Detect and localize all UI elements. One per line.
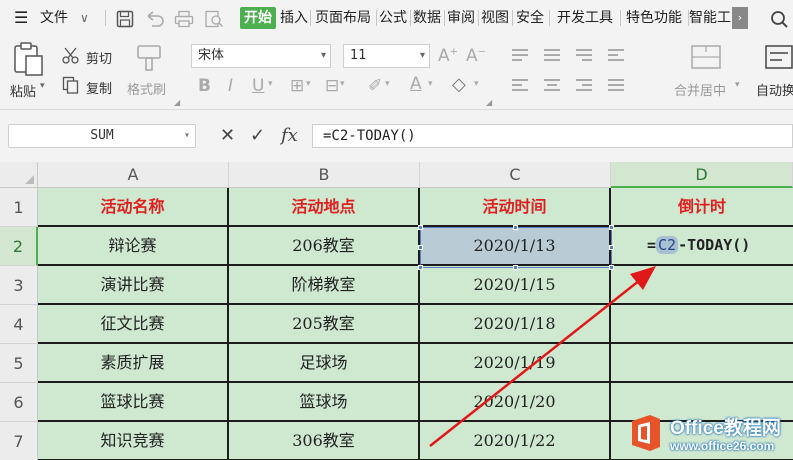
tab-data[interactable]: 数据 [411, 7, 443, 29]
alignment-icons[interactable] [508, 46, 648, 102]
merge-center-button[interactable]: 合并居中 [674, 80, 726, 99]
tab-developer[interactable]: 开发工具 [551, 7, 619, 29]
chevron-down-icon[interactable]: ▾ [385, 79, 390, 89]
chevron-down-icon[interactable]: ▾ [735, 80, 740, 90]
copy-button[interactable]: 复制 [86, 78, 112, 97]
copy-icon[interactable] [62, 76, 80, 94]
hamburger-menu-icon[interactable]: ☰ [14, 7, 28, 29]
font-size-select[interactable]: 11 ▾ [343, 44, 430, 68]
font-name-select[interactable]: 宋体 ▾ [191, 44, 331, 68]
tab-insert[interactable]: 插入 [278, 7, 310, 29]
wrap-text-icon[interactable] [764, 44, 793, 72]
format-painter-icon[interactable] [134, 42, 166, 74]
tab-home[interactable]: 开始 [240, 7, 276, 29]
fill-color-icon[interactable]: ⊟ [325, 76, 339, 96]
increase-font-icon[interactable]: A+ [438, 46, 458, 66]
tab-security[interactable]: 安全 [513, 7, 547, 29]
tab-special-features[interactable]: 特色功能 [621, 7, 687, 29]
file-menu[interactable]: 文件 [40, 7, 68, 29]
print-preview-icon[interactable] [204, 10, 224, 28]
highlight-icon[interactable]: ✐ [368, 76, 382, 96]
menu-bar: ☰ 文件 ∨ 开始 插入 页面布局 公式 数据 审阅 视图 安全 开发工具 特色… [0, 0, 793, 36]
watermark-name: Office教程网 [670, 418, 781, 439]
chevron-down-icon[interactable]: ∨ [80, 7, 89, 29]
name-box[interactable]: SUM ▾ [8, 124, 196, 148]
name-box-value: SUM [90, 128, 114, 143]
chevron-down-icon[interactable]: ▾ [428, 79, 433, 89]
arrow-shaft [429, 279, 641, 447]
watermark: Office教程网 www.office26.com [626, 409, 793, 460]
border-icon[interactable]: ⊞ [290, 76, 304, 96]
paste-icon[interactable] [12, 42, 46, 78]
menu-divider [105, 10, 106, 26]
cancel-icon[interactable]: ✕ [220, 126, 235, 146]
menu-divider [549, 10, 550, 26]
font-size-value: 11 [350, 48, 367, 63]
underline-icon[interactable]: U [252, 76, 264, 96]
insert-function-icon[interactable]: fx [281, 126, 298, 146]
print-icon[interactable] [174, 10, 194, 28]
format-painter-label[interactable]: 格式刷 [127, 79, 166, 98]
paste-dropdown-icon[interactable]: ▾ [40, 81, 45, 91]
decrease-font-icon[interactable]: A− [466, 46, 486, 66]
merge-center-icon[interactable] [690, 44, 722, 72]
italic-icon[interactable]: I [228, 76, 233, 96]
tab-review[interactable]: 审阅 [445, 7, 477, 29]
tab-view[interactable]: 视图 [479, 7, 511, 29]
confirm-check-icon[interactable]: ✓ [250, 126, 265, 146]
chevron-down-icon: ▾ [320, 50, 326, 61]
more-tabs-button[interactable]: › [732, 7, 748, 29]
chevron-down-icon[interactable]: ▾ [474, 79, 479, 89]
search-icon[interactable] [770, 10, 790, 28]
watermark-url: www.office26.com [670, 439, 775, 453]
auto-wrap-button[interactable]: 自动换 [756, 80, 793, 99]
paste-label[interactable]: 粘贴 [10, 81, 36, 100]
group-launcher-icon[interactable]: ◢ [486, 98, 492, 107]
chevron-down-icon[interactable]: ▾ [340, 79, 345, 89]
bold-icon[interactable]: B [198, 76, 211, 96]
spreadsheet-grid: A B C D 1 2 3 4 5 6 7 活动名称 活动地点 活动时间 倒计时… [0, 162, 793, 460]
ribbon-toolbar: 粘贴 ▾ 剪切 复制 格式刷 ◢ 宋体 ▾ 11 ▾ A+ A− B I U ▾… [0, 36, 793, 110]
tab-formulas[interactable]: 公式 [377, 7, 409, 29]
font-name-value: 宋体 [198, 48, 225, 63]
formula-input[interactable]: =C2-TODAY() [312, 124, 793, 148]
tab-smart-tools[interactable]: 智能工 [689, 7, 732, 29]
chevron-down-icon[interactable]: ▾ [306, 79, 311, 89]
save-icon[interactable] [116, 10, 134, 28]
chevron-down-icon: ▾ [183, 130, 190, 141]
scissors-icon[interactable] [62, 47, 80, 65]
clear-format-icon[interactable]: ◇ [452, 74, 466, 95]
group-launcher-icon[interactable]: ◢ [174, 98, 180, 107]
chevron-down-icon[interactable]: ▾ [268, 79, 273, 89]
chevron-down-icon: ▾ [419, 50, 425, 61]
cut-button[interactable]: 剪切 [86, 48, 112, 67]
formula-bar: SUM ▾ ✕ ✓ fx =C2-TODAY() [0, 110, 793, 162]
office-logo-icon [632, 415, 660, 451]
tab-page-layout[interactable]: 页面布局 [311, 7, 375, 29]
undo-icon[interactable] [144, 10, 166, 28]
font-color-icon[interactable]: A [410, 74, 422, 94]
